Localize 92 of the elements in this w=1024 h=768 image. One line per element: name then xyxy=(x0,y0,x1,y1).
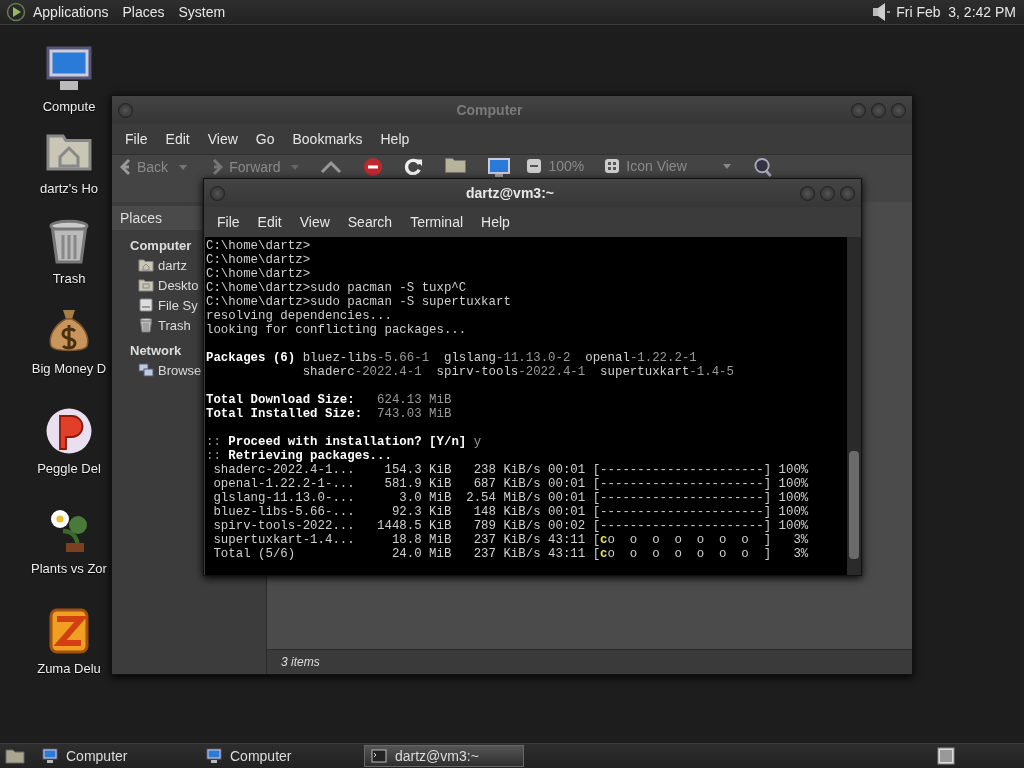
terminal-line: glslang-11.13.0-... 3.0 MiB 2.54 MiB/s 00:01 [----------------------] 100% xyxy=(212,491,810,505)
workspace-icon[interactable] xyxy=(936,746,956,766)
menu-item[interactable]: View xyxy=(198,131,247,147)
home-folder-icon xyxy=(138,257,154,273)
menu-item[interactable]: Help xyxy=(371,131,419,147)
places-dropdown[interactable]: Places xyxy=(112,206,202,230)
terminal-line: supertuxkart-1.4... 18.8 MiB 237 KiB/s 43:11 [co o o o o o o ] 3% xyxy=(212,533,810,547)
trash-can-icon xyxy=(138,317,154,333)
desktop-icon-label[interactable]: Trash xyxy=(52,271,86,286)
close-button[interactable] xyxy=(840,185,855,201)
terminal-line: looking for conflicting packages... xyxy=(206,323,468,337)
menu-item[interactable]: File xyxy=(208,214,249,230)
panel-menu[interactable]: Applications xyxy=(26,4,116,20)
desktop-icon-label[interactable]: Peggle Del xyxy=(37,461,101,476)
menu-item[interactable]: Edit xyxy=(156,131,199,147)
terminal-line: :: Proceed with installation? [Y/n] y xyxy=(206,435,483,449)
terminal-line: :: Retrieving packages... xyxy=(206,449,393,463)
sidebar-item[interactable]: Deskto xyxy=(138,277,199,293)
menu-item[interactable]: Search xyxy=(338,214,402,230)
terminal-line: Total (5/6) 24.0 MiB 237 KiB/s 43:11 [co o o o o o o ] 3% xyxy=(212,547,810,561)
terminal-line: C:\home\dartz>sudo pacman -S supertuxkart xyxy=(206,295,512,309)
window-title: Computer xyxy=(455,102,524,118)
menu-item[interactable]: Help xyxy=(472,214,519,230)
folder-icon[interactable] xyxy=(445,158,467,173)
desktop-icon-label[interactable]: Compute xyxy=(42,99,96,114)
show-desktop-icon[interactable] xyxy=(4,746,26,766)
monitor-icon xyxy=(206,748,222,764)
menu-item[interactable]: Go xyxy=(246,131,284,147)
terminal-icon xyxy=(371,748,387,764)
network-icon xyxy=(138,362,154,378)
monitor-icon xyxy=(42,748,58,764)
stop-icon[interactable] xyxy=(364,158,383,176)
terminal-line: spirv-tools-2022... 1448.5 KiB 789 KiB/s 00:02 [----------------------] 100% xyxy=(212,519,810,533)
terminal-line: C:\home\dartz> xyxy=(206,239,312,253)
terminal-line: C:\home\dartz>sudo pacman -S tuxp^C xyxy=(206,281,468,295)
terminal-line: C:\home\dartz> xyxy=(206,253,312,267)
monitor-icon xyxy=(45,45,93,93)
minimize-button[interactable] xyxy=(851,102,866,118)
taskbar-button[interactable]: Computer xyxy=(200,745,360,767)
menu-item[interactable]: Terminal xyxy=(401,214,473,230)
window-menu-button[interactable] xyxy=(210,185,225,201)
window-menu-button[interactable] xyxy=(118,102,133,118)
desktop-icon-label[interactable]: Plants vs Zor xyxy=(31,561,107,576)
zoom-icon xyxy=(526,158,543,174)
reload-icon[interactable] xyxy=(404,158,424,175)
caret-icon[interactable] xyxy=(290,164,301,171)
sidebar-item[interactable]: dartz xyxy=(138,257,187,273)
panel-menu[interactable]: Places xyxy=(115,4,172,20)
terminal-line: Total Installed Size: 743.03 MiB xyxy=(206,407,453,421)
terminal-line: bluez-libs-5.66-... 92.3 KiB 148 KiB/s 00:01 [----------------------] 100% xyxy=(212,505,810,519)
maximize-button[interactable] xyxy=(820,185,835,201)
menu-item[interactable]: File xyxy=(116,131,157,147)
sidebar-item[interactable]: File Sy xyxy=(138,297,198,313)
clock[interactable]: Fri Feb 3, 2:42 PM xyxy=(892,4,1024,20)
taskbar-button[interactable]: dartz@vm3:~ xyxy=(364,745,524,767)
status-text: 3 items xyxy=(267,649,912,674)
caret-icon xyxy=(722,162,733,170)
ball-game-icon xyxy=(45,407,93,455)
window-title: dartz@vm3:~ xyxy=(465,185,555,201)
search-icon[interactable] xyxy=(754,158,773,177)
menu-item[interactable]: View xyxy=(290,214,339,230)
monitor-icon[interactable] xyxy=(488,158,511,177)
sidebar-heading: Network xyxy=(130,343,182,358)
maximize-button[interactable] xyxy=(871,102,886,118)
terminal-line: C:\home\dartz> xyxy=(206,267,312,281)
close-button[interactable] xyxy=(891,102,906,118)
sidebar-heading: Computer xyxy=(130,238,192,253)
caret-icon[interactable] xyxy=(178,164,189,171)
scrollbar[interactable] xyxy=(847,237,861,575)
terminal-line: Packages (6) bluez-libs-5.66-1 glslang-11.13.0-2 openal-1.22.2-1 xyxy=(206,351,698,365)
terminal-line: resolving dependencies... xyxy=(206,309,393,323)
menu-logo-icon[interactable] xyxy=(6,2,26,22)
panel-menu[interactable]: System xyxy=(171,4,233,20)
drive-icon xyxy=(138,297,154,313)
terminal-line: openal-1.22.2-1-... 581.9 KiB 687 KiB/s 00:01 [----------------------] 100% xyxy=(212,477,810,491)
folder-icon xyxy=(138,277,154,293)
back-arrow-icon xyxy=(120,158,131,176)
grid-icon xyxy=(604,158,621,174)
taskbar-button[interactable]: Computer xyxy=(36,745,196,767)
sidebar-item[interactable]: Browse xyxy=(138,362,202,378)
terminal-line: Total Download Size: 624.13 MiB xyxy=(206,393,453,407)
sidebar-item[interactable]: Trash xyxy=(138,317,191,333)
terminal-line: shaderc-2022.4-1 spirv-tools-2022.4-1 supertuxkart-1.4-5 xyxy=(301,365,735,379)
minimize-button[interactable] xyxy=(800,185,815,201)
forward-arrow-icon xyxy=(212,158,224,176)
speaker-icon[interactable] xyxy=(870,1,893,23)
desktop-icon-label[interactable]: dartz's Ho xyxy=(39,181,99,196)
terminal-line: shaderc-2022.4-1... 154.3 KiB 238 KiB/s 00:01 [----------------------] 100% xyxy=(212,463,810,477)
desktop-icon-label[interactable]: Big Money D xyxy=(31,361,107,376)
desktop-icon-label[interactable]: Zuma Delu xyxy=(37,661,101,676)
menu-item[interactable]: Bookmarks xyxy=(283,131,372,147)
menu-item[interactable]: Edit xyxy=(248,214,291,230)
